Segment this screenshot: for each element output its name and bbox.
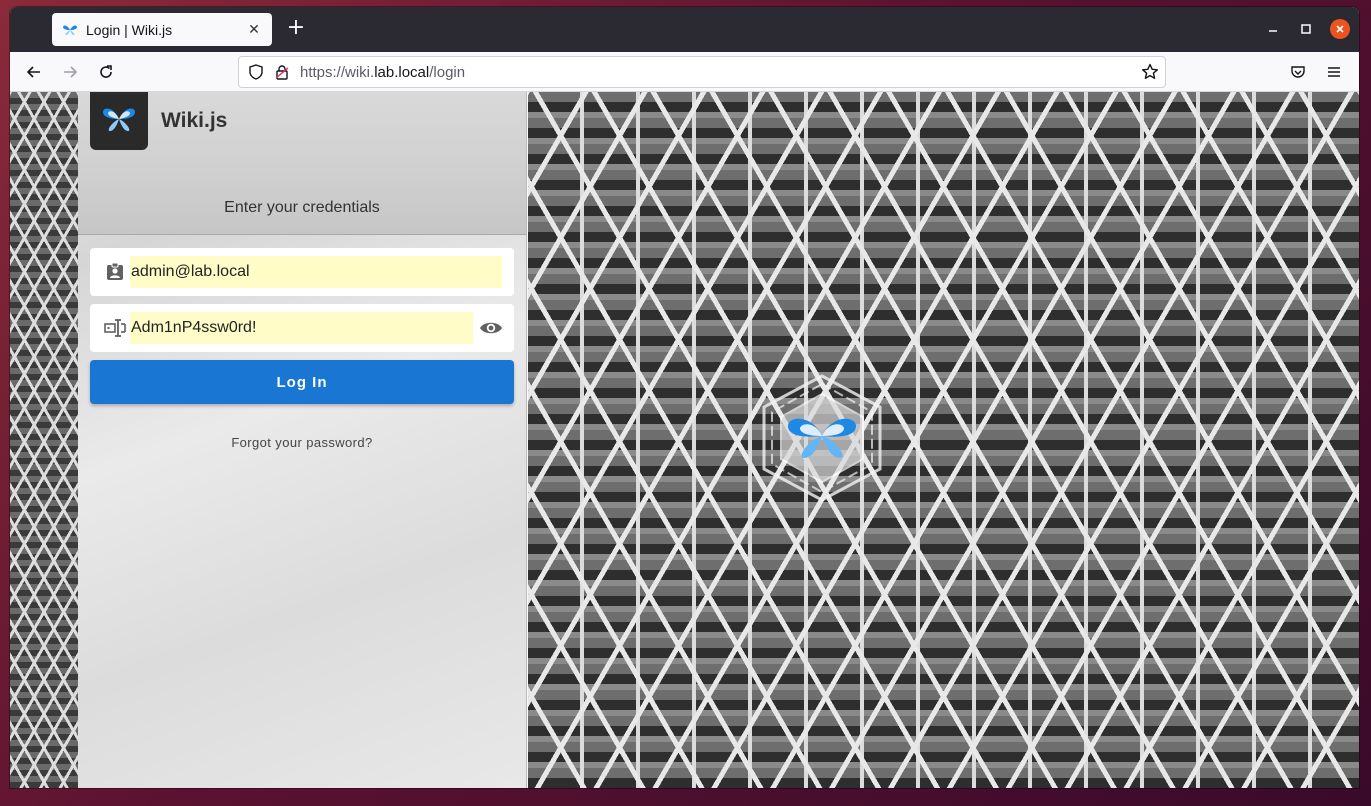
show-password-eye-icon[interactable] <box>479 316 503 340</box>
url-text: https://wiki.lab.local/login <box>300 64 466 81</box>
background-image-left <box>10 92 78 788</box>
back-button[interactable] <box>22 60 46 84</box>
center-hexagon-logo-icon <box>762 374 882 502</box>
close-window-button[interactable] <box>1330 19 1350 39</box>
login-header: Wiki.js Enter your credentials <box>78 92 526 235</box>
butterfly-logo-icon <box>103 108 135 131</box>
forgot-password-link[interactable]: Forgot your password? <box>78 435 526 450</box>
password-form-icon <box>104 317 126 339</box>
account-box-icon <box>104 261 126 283</box>
page-content: Wiki.js Enter your credentials admin@lab… <box>10 92 1359 788</box>
tab-title: Login | Wiki.js <box>86 21 173 38</box>
url-bar[interactable]: https://wiki.lab.local/login <box>238 56 1166 88</box>
shield-icon[interactable] <box>248 64 264 84</box>
navigation-toolbar: https://wiki.lab.local/login <box>10 52 1359 92</box>
background-image-right <box>528 92 1359 788</box>
menu-icon[interactable] <box>1322 60 1346 84</box>
email-field[interactable]: admin@lab.local <box>90 248 514 296</box>
wikijs-favicon-icon <box>62 22 78 38</box>
reload-button[interactable] <box>94 60 118 84</box>
forward-button[interactable] <box>58 60 82 84</box>
bookmark-star-icon[interactable] <box>1141 63 1159 85</box>
email-input[interactable]: admin@lab.local <box>130 256 502 288</box>
wikijs-logo <box>90 92 148 150</box>
minimize-button[interactable] <box>1263 19 1283 39</box>
new-tab-button[interactable]: + <box>284 17 308 41</box>
password-input[interactable]: Adm1nP4ssw0rd! <box>130 312 473 344</box>
pocket-icon[interactable] <box>1286 60 1310 84</box>
maximize-button[interactable] <box>1296 19 1316 39</box>
password-field[interactable]: Adm1nP4ssw0rd! <box>90 304 514 352</box>
browser-window: Login | Wiki.js ✕ + https://wiki.lab.loc… <box>10 7 1359 788</box>
tab-bar: Login | Wiki.js ✕ + <box>10 7 1359 52</box>
tab-close-icon[interactable]: ✕ <box>246 22 262 38</box>
tab-login[interactable]: Login | Wiki.js ✕ <box>52 13 272 46</box>
login-button[interactable]: Log In <box>90 360 514 404</box>
brand-name: Wiki.js <box>161 109 228 132</box>
login-panel: Wiki.js Enter your credentials admin@lab… <box>78 92 527 788</box>
lock-icon[interactable] <box>274 64 290 84</box>
page-subtitle: Enter your credentials <box>224 199 380 216</box>
